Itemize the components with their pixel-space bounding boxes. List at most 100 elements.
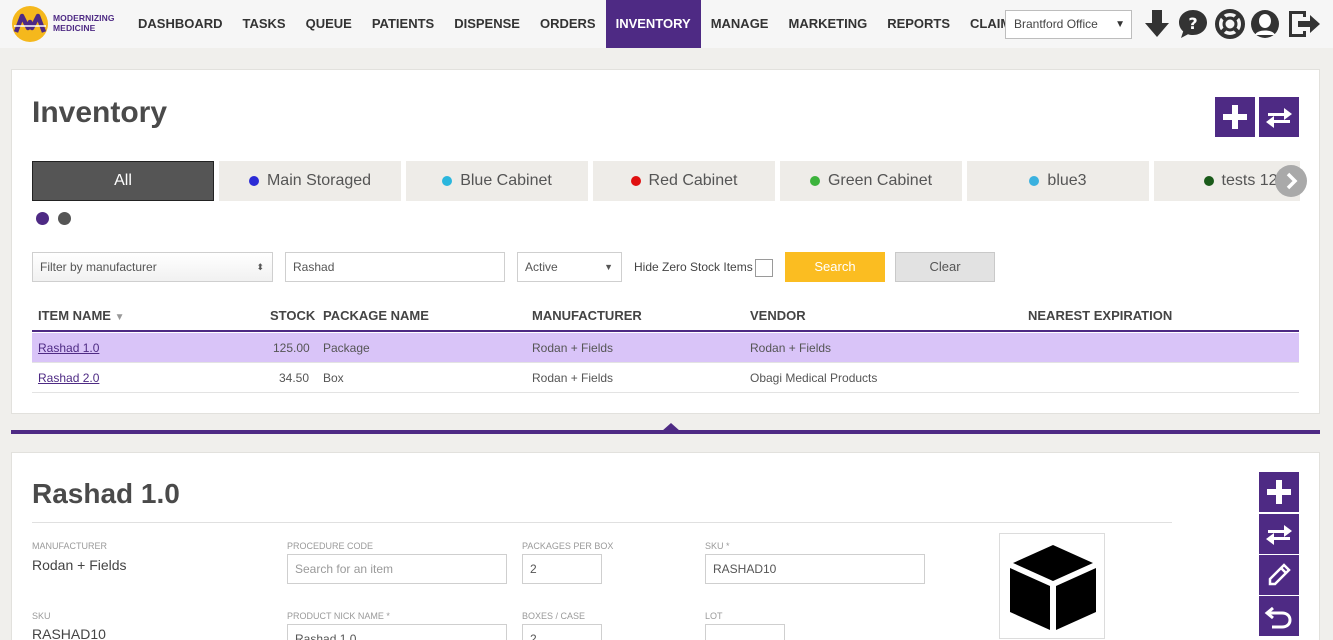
- edit-button[interactable]: [1259, 555, 1299, 595]
- add-item-button[interactable]: [1215, 97, 1255, 137]
- plus-icon: [1223, 105, 1247, 129]
- boxes-case-input[interactable]: [530, 632, 601, 640]
- lot-input[interactable]: [713, 632, 784, 640]
- help-icon[interactable]: ?: [1177, 8, 1209, 40]
- office-select[interactable]: Brantford Office ▼: [1005, 10, 1132, 39]
- pager-dot-2[interactable]: [58, 212, 71, 225]
- nav-inventory[interactable]: INVENTORY: [605, 0, 701, 48]
- nav-manage[interactable]: MANAGE: [701, 0, 779, 48]
- item-name-link[interactable]: Rashad 1.0: [38, 341, 99, 355]
- nav-reports[interactable]: REPORTS: [877, 0, 960, 48]
- packages-per-box-field: [522, 554, 602, 584]
- office-select-value: Brantford Office: [1014, 17, 1098, 31]
- dot-icon: [630, 176, 641, 186]
- clear-button[interactable]: Clear: [895, 252, 995, 282]
- col-label: ITEM NAME: [38, 308, 111, 323]
- storage-tab-main-storaged[interactable]: Main Storaged: [219, 161, 401, 201]
- product-image[interactable]: [999, 533, 1105, 639]
- logout-icon[interactable]: [1286, 8, 1320, 40]
- sku-input[interactable]: [713, 562, 924, 576]
- transfer-button[interactable]: [1259, 97, 1299, 137]
- manufacturer-name: Rodan + Fields: [532, 371, 614, 385]
- col-vendor[interactable]: VENDOR: [750, 308, 806, 323]
- tabs-next-button[interactable]: [1275, 165, 1307, 197]
- nav-queue[interactable]: QUEUE: [296, 0, 362, 48]
- page-title: Inventory: [32, 96, 168, 129]
- cube-icon: [1010, 545, 1096, 630]
- lot-label: LOT: [705, 611, 723, 621]
- search-input-wrapper: [285, 252, 505, 282]
- user-icon[interactable]: [1249, 8, 1281, 40]
- top-navigation: MODERNIZING MEDICINE DASHBOARD TASKS QUE…: [0, 0, 1333, 48]
- logo-text: MODERNIZING MEDICINE: [53, 13, 115, 33]
- pager-dot-1[interactable]: [36, 212, 49, 225]
- transfer-icon: [1266, 525, 1292, 545]
- undo-icon: [1264, 606, 1292, 629]
- manufacturer-filter-placeholder: Filter by manufacturer: [40, 260, 157, 274]
- storage-tab-blue-cabinet[interactable]: Blue Cabinet: [406, 161, 588, 201]
- col-stock[interactable]: STOCK: [270, 308, 315, 323]
- storage-tab-all[interactable]: All: [32, 161, 214, 201]
- col-item-name[interactable]: ITEM NAME ▼: [38, 308, 124, 323]
- item-detail-title: Rashad 1.0: [32, 478, 180, 509]
- chevron-right-icon: [1286, 172, 1298, 190]
- sort-down-icon: ▼: [114, 312, 125, 323]
- product-nick-name-input[interactable]: [295, 632, 506, 640]
- section-divider: [11, 430, 1320, 434]
- lot-field: [705, 624, 785, 640]
- packages-per-box-label: PACKAGES PER BOX: [522, 541, 614, 551]
- storage-tabs: All Main Storaged Blue Cabinet Red Cabin…: [32, 161, 1300, 201]
- nav-dispense[interactable]: DISPENSE: [444, 0, 530, 48]
- nav-marketing[interactable]: MARKETING: [778, 0, 877, 48]
- status-select-value: Active: [525, 260, 558, 274]
- col-package-name[interactable]: PACKAGE NAME: [323, 308, 429, 323]
- stock-value: 125.00: [273, 341, 310, 355]
- storage-tab-green-cabinet[interactable]: Green Cabinet: [780, 161, 962, 201]
- manufacturer-name: Rodan + Fields: [532, 341, 614, 355]
- hide-zero-stock-checkbox[interactable]: [755, 259, 773, 277]
- procedure-code-input[interactable]: [295, 562, 506, 576]
- sku-label: SKU *: [705, 541, 730, 551]
- transfer-item-button[interactable]: [1259, 514, 1299, 554]
- sort-arrows-icon: ⬍: [256, 261, 264, 272]
- support-icon[interactable]: [1214, 8, 1246, 40]
- search-button[interactable]: Search: [785, 252, 885, 282]
- nav-tasks[interactable]: TASKS: [233, 0, 296, 48]
- product-nick-name-field: [287, 624, 507, 640]
- packages-per-box-input[interactable]: [530, 562, 601, 576]
- app-logo[interactable]: MODERNIZING MEDICINE: [12, 6, 122, 42]
- dot-icon: [1029, 176, 1040, 186]
- search-input[interactable]: [293, 260, 504, 274]
- table-row[interactable]: Rashad 2.0 34.50 Box Rodan + Fields Obag…: [32, 363, 1299, 393]
- dot-icon: [248, 176, 259, 186]
- col-manufacturer[interactable]: MANUFACTURER: [532, 308, 642, 323]
- table-row[interactable]: Rashad 1.0 125.00 Package Rodan + Fields…: [32, 333, 1299, 363]
- storage-tab-label: blue3: [1047, 172, 1087, 189]
- status-select[interactable]: Active ▼: [517, 252, 622, 282]
- storage-tab-label: Main Storaged: [266, 172, 372, 189]
- product-nick-name-label: PRODUCT NICK NAME *: [287, 611, 390, 621]
- chevron-down-icon: ▼: [1115, 19, 1125, 30]
- stock-value: 34.50: [279, 371, 310, 385]
- sku-label-left: SKU: [32, 611, 51, 621]
- nav-patients[interactable]: PATIENTS: [362, 0, 444, 48]
- col-nearest-expiration[interactable]: NEAREST EXPIRATION: [1028, 308, 1172, 323]
- storage-tab-label: Red Cabinet: [648, 172, 738, 189]
- edit-icon: [1268, 563, 1291, 586]
- table-header-divider: [32, 330, 1299, 332]
- nav-orders[interactable]: ORDERS: [530, 0, 606, 48]
- sku-value-left: RASHAD10: [32, 626, 106, 640]
- package-name: Box: [323, 371, 344, 385]
- vendor-name: Rodan + Fields: [750, 341, 832, 355]
- item-name-link[interactable]: Rashad 2.0: [38, 371, 99, 385]
- storage-tab-red-cabinet[interactable]: Red Cabinet: [593, 161, 775, 201]
- hide-zero-stock-label: Hide Zero Stock Items: [634, 260, 753, 274]
- logo-mark: [12, 6, 48, 42]
- storage-tab-label: Green Cabinet: [827, 172, 933, 189]
- storage-tab-blue3[interactable]: blue3: [967, 161, 1149, 201]
- undo-button[interactable]: [1259, 596, 1299, 636]
- add-button[interactable]: [1259, 472, 1299, 512]
- nav-dashboard[interactable]: DASHBOARD: [128, 0, 233, 48]
- download-icon[interactable]: [1141, 8, 1173, 40]
- manufacturer-filter[interactable]: Filter by manufacturer ⬍: [32, 252, 273, 282]
